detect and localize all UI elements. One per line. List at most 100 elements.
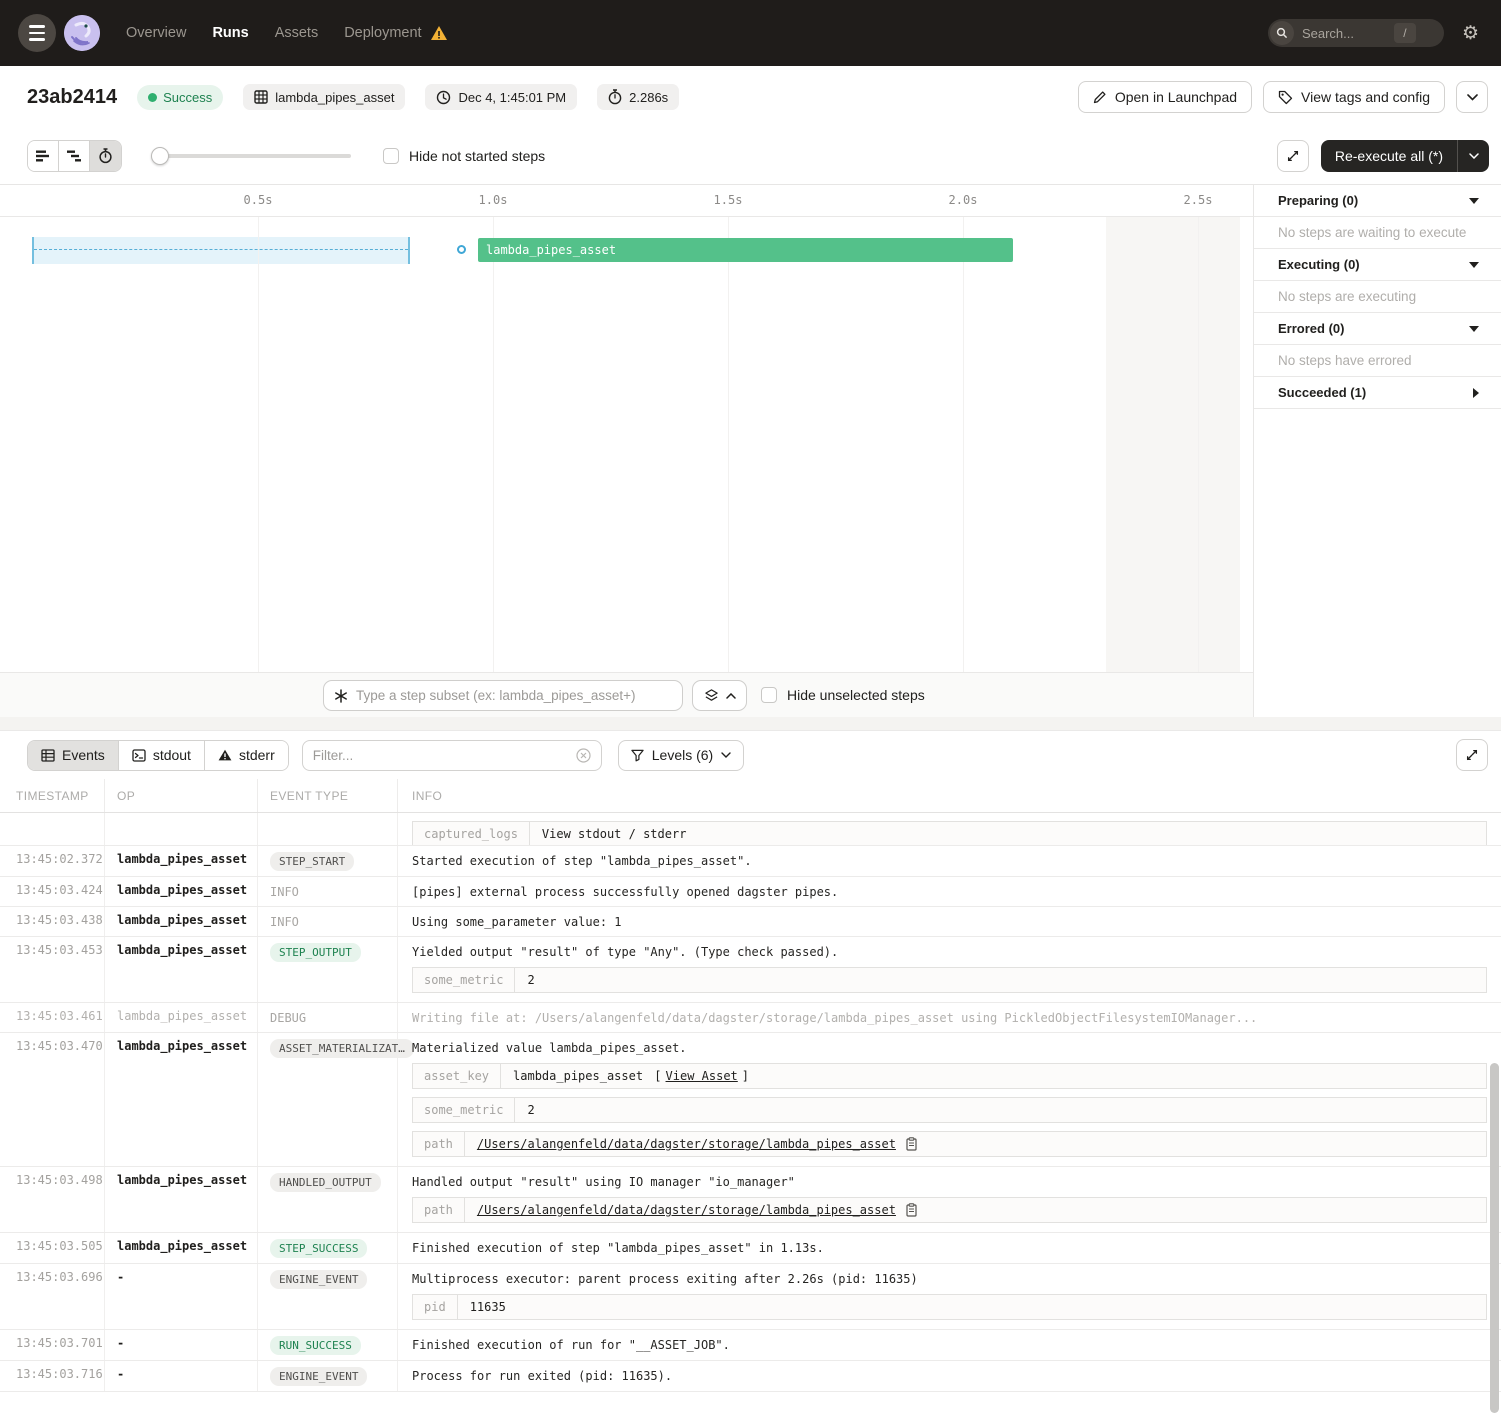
column-header-event-type: EVENT TYPE [258,779,398,812]
log-event-type: ASSET_MATERIALIZAT… [258,1033,398,1166]
log-filter-input[interactable] [313,748,576,763]
column-header-timestamp: TIMESTAMP [0,779,105,812]
log-row: 13:45:03.424lambda_pipes_assetINFO[pipes… [0,877,1501,907]
tab-stdout[interactable]: stdout [119,741,205,770]
hide-unselected-checkbox[interactable] [761,687,777,703]
step-subset-input[interactable] [356,688,672,703]
metadata-link[interactable]: /Users/alangenfeld/data/dagster/storage/… [477,1203,896,1217]
expand-icon [1286,149,1300,163]
sidebar-section-header[interactable]: Succeeded (1) [1254,377,1501,409]
log-info-text: Started execution of step "lambda_pipes_… [412,852,1487,868]
logs-table-body: captured_logsView stdout / stderr 13:45:0… [0,813,1501,1416]
tab-events[interactable]: Events [28,741,119,770]
log-metadata-entry: path/Users/alangenfeld/data/dagster/stor… [412,1197,1487,1223]
log-timestamp: 13:45:03.453 [0,937,105,1002]
dagster-logo-icon[interactable] [64,15,100,51]
panel-splitter[interactable] [0,717,1501,731]
chevron-down-icon [721,752,731,758]
log-row: 13:45:03.498lambda_pipes_assetHANDLED_OU… [0,1167,1501,1233]
metadata-key: path [413,1198,465,1222]
log-timestamp: 13:45:03.461 [0,1003,105,1032]
metadata-key: path [413,1132,465,1156]
axis-gridline [258,217,259,672]
clear-filter-icon[interactable] [576,748,591,763]
logs-fullscreen-button[interactable] [1456,739,1488,771]
metadata-link[interactable]: /Users/alangenfeld/data/dagster/storage/… [477,1137,896,1151]
metadata-link[interactable]: View stdout / stderr [542,827,687,841]
axis-tick-label: 1.0s [479,193,508,207]
log-op: lambda_pipes_asset [105,877,258,906]
tab-stderr[interactable]: stderr [205,741,288,770]
gantt-toolbar: Hide not started steps Re-execute all (*… [0,128,1501,185]
reexecute-all-button[interactable]: Re-execute all (*) [1321,140,1489,172]
logs-scrollbar-thumb[interactable] [1490,1063,1499,1413]
copy-to-clipboard-icon[interactable] [906,1137,917,1151]
log-info: Started execution of step "lambda_pipes_… [398,846,1501,876]
nav-item-overview[interactable]: Overview [126,25,186,41]
reexecute-dropdown-button[interactable] [1457,140,1489,172]
copy-to-clipboard-icon[interactable] [906,1203,917,1217]
log-type-tabs: Events stdoutstderr [27,740,289,771]
view-asset-link[interactable]: View Asset [666,1069,738,1083]
nav-item-assets[interactable]: Assets [275,25,319,41]
log-info-text: Multiprocess executor: parent process ex… [412,1270,1487,1286]
tab-label: Events [62,747,105,763]
sidebar-section-header[interactable]: Executing (0) [1254,249,1501,281]
log-metadata-entry: path/Users/alangenfeld/data/dagster/stor… [412,1131,1487,1157]
sidebar-section-title: Executing (0) [1278,257,1360,272]
logs-table-header: TIMESTAMP OP EVENT TYPE INFO [0,779,1501,813]
run-header-more-button[interactable] [1456,81,1488,113]
view-timed-icon[interactable] [90,141,121,171]
log-info-text: Process for run exited (pid: 11635). [412,1367,1487,1383]
log-row: 13:45:03.438lambda_pipes_assetINFOUsing … [0,907,1501,937]
op-selector-icon [334,689,348,703]
log-row: 13:45:03.461lambda_pipes_assetDEBUGWriti… [0,1003,1501,1033]
axis-gridline [728,217,729,672]
gantt-fullscreen-button[interactable] [1277,140,1309,172]
log-row: captured_logsView stdout / stderr [0,813,1501,846]
levels-filter-button[interactable]: Levels (6) [618,740,744,771]
hide-not-started-checkbox[interactable] [383,148,399,164]
settings-gear-icon[interactable]: ⚙ [1462,24,1479,43]
log-filter-box [302,740,602,771]
status-dot-icon [148,93,157,102]
log-info-text: [pipes] external process successfully op… [412,883,1487,899]
view-flat-icon[interactable] [28,141,59,171]
log-info: Finished execution of step "lambda_pipes… [398,1233,1501,1263]
axis-gridline [963,217,964,672]
search-box[interactable]: / [1268,19,1444,47]
hamburger-menu-button[interactable] [18,14,56,52]
gantt-zoom-slider[interactable] [153,154,351,158]
search-input[interactable] [1302,26,1394,41]
gantt-step-bar[interactable]: lambda_pipes_asset [478,238,1013,262]
axis-tick-label: 0.5s [244,193,273,207]
run-job-tag[interactable]: lambda_pipes_asset [243,84,405,110]
gantt-bottom-bar: Hide unselected steps [0,672,1253,717]
nav-item-runs[interactable]: Runs [212,25,248,41]
axis-tick-label: 2.0s [949,193,978,207]
sidebar-empty-state: No steps are executing [1254,281,1501,313]
open-in-launchpad-button[interactable]: Open in Launchpad [1078,81,1252,113]
search-shortcut-key: / [1394,23,1416,43]
log-timestamp: 13:45:03.716 [0,1361,105,1391]
view-tags-config-button[interactable]: View tags and config [1263,81,1445,113]
clock-icon [436,90,451,105]
slider-handle[interactable] [151,147,169,165]
log-timestamp: 13:45:03.470 [0,1033,105,1166]
metadata-key: pid [413,1295,458,1319]
view-waterfall-icon[interactable] [59,141,90,171]
sidebar-section-header[interactable]: Preparing (0) [1254,185,1501,217]
tag-icon [1278,90,1293,105]
log-info: Handled output "result" using IO manager… [398,1167,1501,1232]
log-row: 13:45:03.505lambda_pipes_assetSTEP_SUCCE… [0,1233,1501,1264]
log-op: lambda_pipes_asset [105,937,258,1002]
run-duration-tag: 2.286s [597,84,679,110]
sidebar-section-title: Succeeded (1) [1278,385,1366,400]
log-info: Yielded output "result" of type "Any". (… [398,937,1501,1002]
log-op: - [105,1264,258,1329]
graph-query-options-button[interactable] [692,680,747,711]
sidebar-section-header[interactable]: Errored (0) [1254,313,1501,345]
sidebar-empty-state: No steps have errored [1254,345,1501,377]
metadata-value: 11635 [458,1295,1486,1319]
nav-item-deployment[interactable]: Deployment [344,25,421,41]
